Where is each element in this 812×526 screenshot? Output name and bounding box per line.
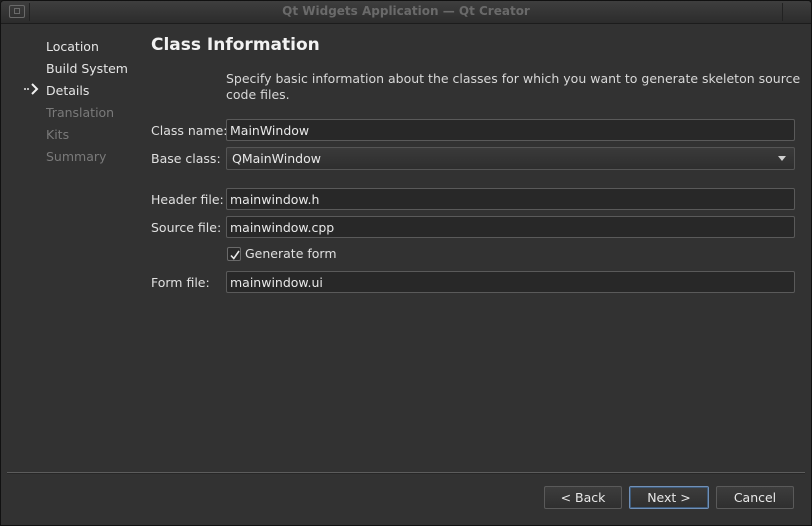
next-button[interactable]: Next > — [629, 486, 709, 509]
back-button[interactable]: < Back — [544, 486, 622, 509]
base-class-value: QMainWindow — [232, 151, 321, 166]
source-file-input[interactable] — [226, 216, 795, 238]
header-file-input[interactable] — [226, 188, 795, 210]
chevron-down-icon — [778, 156, 786, 161]
form-file-label: Form file: — [151, 275, 210, 290]
arrow-right-icon — [24, 83, 39, 95]
step-location: Location — [46, 39, 99, 54]
cancel-button[interactable]: Cancel — [716, 486, 794, 509]
step-build-system: Build System — [46, 61, 128, 76]
step-translation: Translation — [46, 105, 115, 120]
footer-divider — [7, 472, 805, 474]
title-bar[interactable]: Qt Widgets Application — Qt Creator — [1, 1, 811, 24]
generate-form-label: Generate form — [245, 246, 337, 261]
class-name-input[interactable] — [226, 119, 795, 141]
header-file-label: Header file: — [151, 192, 224, 207]
generate-form-checkbox[interactable] — [227, 247, 241, 261]
page-description: Specify basic information about the clas… — [226, 71, 801, 102]
form-file-input[interactable] — [226, 271, 795, 293]
wizard-window: Qt Widgets Application — Qt Creator Loca… — [0, 0, 812, 526]
base-class-combo[interactable]: QMainWindow — [226, 147, 795, 170]
step-kits: Kits — [46, 127, 70, 142]
base-class-label: Base class: — [151, 151, 221, 166]
title-divider — [782, 3, 783, 21]
window-title: Qt Widgets Application — Qt Creator — [282, 4, 530, 18]
page-title: Class Information — [151, 35, 320, 55]
class-name-label: Class name: — [151, 123, 228, 138]
checkmark-icon — [230, 250, 240, 260]
step-summary: Summary — [46, 149, 107, 164]
source-file-label: Source file: — [151, 220, 222, 235]
step-details: Details — [46, 83, 90, 98]
